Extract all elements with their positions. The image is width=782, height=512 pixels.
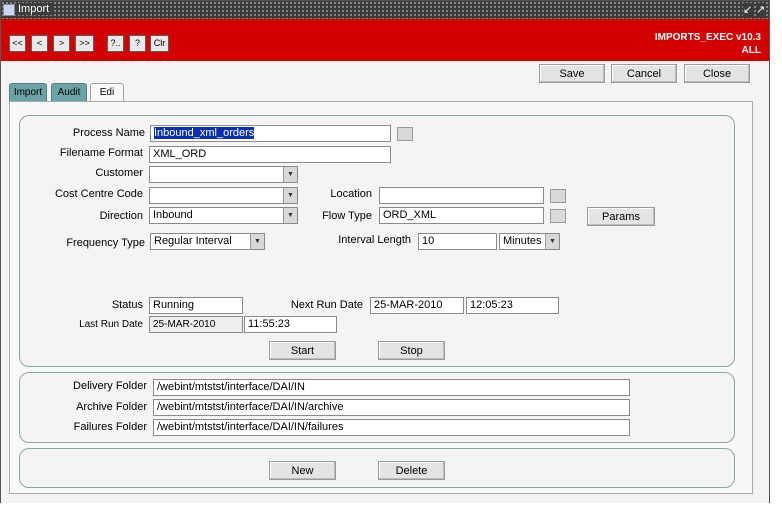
customer-select[interactable]: ▼ <box>149 166 298 183</box>
last-run-date-label: Last Run Date <box>79 319 143 330</box>
chevron-down-icon[interactable]: ▼ <box>283 188 297 203</box>
last-run-time-field[interactable]: 11:55:23 <box>244 316 337 333</box>
app-name: IMPORTS_EXEC v10.3 <box>654 32 761 43</box>
chevron-down-icon[interactable]: ▼ <box>545 234 559 249</box>
next-record-button[interactable]: > <box>53 35 70 52</box>
failures-folder-label: Failures Folder <box>73 421 147 433</box>
failures-folder-input[interactable]: /webint/mtstst/interface/DAI/IN/failures <box>153 419 630 436</box>
last-run-date-field[interactable]: 25-MAR-2010 <box>149 316 243 333</box>
process-name-input[interactable]: Inbound_xml_orders <box>150 125 391 142</box>
query-button[interactable]: ?.. <box>107 35 124 52</box>
interval-length-label: Interval Length <box>338 234 411 246</box>
filename-format-label: Filename Format <box>59 147 143 159</box>
flow-type-lov-button[interactable] <box>550 209 566 223</box>
toolbar: << < > >> ?.. ? Clr IMPORTS_EXEC v10.3 A… <box>1 19 769 61</box>
maximize-icon[interactable]: ↗ <box>756 3 766 16</box>
first-record-button[interactable]: << <box>9 35 26 52</box>
filename-format-input[interactable]: XML_ORD <box>149 146 391 163</box>
tab-import[interactable]: Import <box>9 83 47 101</box>
last-record-button[interactable]: >> <box>75 35 94 52</box>
params-button[interactable]: Params <box>587 207 655 226</box>
previous-record-button[interactable]: < <box>31 35 48 52</box>
next-run-time-field[interactable]: 12:05:23 <box>466 297 559 314</box>
import-window: Import ↙ ↗ << < > >> ?.. ? Clr IMPORTS_E… <box>0 0 770 503</box>
location-label: Location <box>330 188 372 200</box>
cost-centre-code-label: Cost Centre Code <box>54 188 143 200</box>
help-button[interactable]: ? <box>129 35 146 52</box>
next-run-date-field[interactable]: 25-MAR-2010 <box>370 297 464 314</box>
start-button[interactable]: Start <box>269 341 336 360</box>
frequency-type-select[interactable]: Regular Interval ▼ <box>150 233 265 250</box>
direction-label: Direction <box>99 210 143 222</box>
new-button[interactable]: New <box>269 461 336 480</box>
archive-folder-input[interactable]: /webint/mtstst/interface/DAI/IN/archive <box>153 399 630 416</box>
location-lov-button[interactable] <box>550 189 566 203</box>
flow-type-input[interactable]: ORD_XML <box>379 207 544 224</box>
save-button[interactable]: Save <box>539 64 605 83</box>
app-icon <box>3 4 15 16</box>
delete-button[interactable]: Delete <box>378 461 445 480</box>
cost-centre-code-select[interactable]: ▼ <box>149 187 298 204</box>
next-run-date-label: Next Run Date <box>290 299 363 311</box>
status-field[interactable]: Running <box>149 297 243 314</box>
minimize-icon[interactable]: ↙ <box>743 3 753 16</box>
interval-length-input[interactable]: 10 <box>418 233 497 250</box>
direction-select[interactable]: Inbound ▼ <box>149 207 298 224</box>
tab-edi[interactable]: Edi <box>90 83 124 102</box>
flow-type-label: Flow Type <box>322 210 372 222</box>
customer-label: Customer <box>95 167 143 179</box>
status-label: Status <box>111 299 143 311</box>
frequency-type-label: Frequency Type <box>66 237 145 249</box>
archive-folder-label: Archive Folder <box>76 401 147 413</box>
stop-button[interactable]: Stop <box>378 341 445 360</box>
process-name-lov-button[interactable] <box>397 127 413 141</box>
close-button[interactable]: Close <box>684 64 750 83</box>
location-input[interactable] <box>379 187 544 204</box>
delivery-folder-label: Delivery Folder <box>73 380 147 392</box>
background-edge <box>770 0 782 512</box>
record-actions-panel <box>19 448 735 488</box>
tab-audit[interactable]: Audit <box>51 83 87 101</box>
title-bar[interactable]: Import ↙ ↗ <box>1 1 769 19</box>
process-name-label: Process Name <box>72 127 145 139</box>
delivery-folder-input[interactable]: /webint/mtstst/interface/DAI/IN <box>153 379 630 396</box>
app-scope: ALL <box>741 45 761 56</box>
interval-unit-select[interactable]: Minutes ▼ <box>499 233 560 250</box>
app-info: IMPORTS_EXEC v10.3 ALL <box>655 31 761 57</box>
clear-button[interactable]: Clr <box>150 35 169 52</box>
cancel-button[interactable]: Cancel <box>611 64 677 83</box>
window-title: Import <box>15 3 53 15</box>
chevron-down-icon[interactable]: ▼ <box>250 234 264 249</box>
chevron-down-icon[interactable]: ▼ <box>283 208 297 223</box>
chevron-down-icon[interactable]: ▼ <box>283 167 297 182</box>
